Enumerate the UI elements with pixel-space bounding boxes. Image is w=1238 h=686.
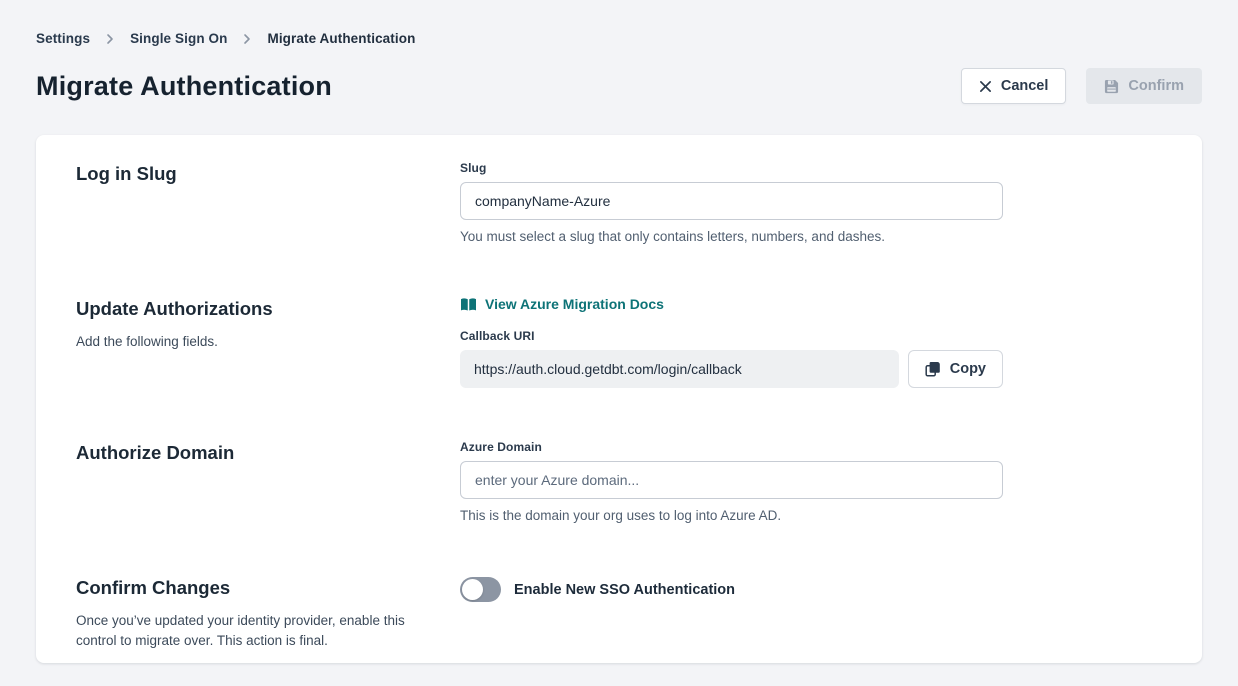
header-actions: Cancel Confirm [961,68,1202,104]
section-update-authorizations: Update Authorizations Add the following … [76,296,1162,388]
breadcrumb-item-settings[interactable]: Settings [36,31,90,46]
enable-sso-toggle-label: Enable New SSO Authentication [514,582,735,598]
breadcrumb-item-current: Migrate Authentication [267,31,415,46]
copy-button-label: Copy [950,361,986,377]
confirm-changes-description: Once you’ve updated your identity provid… [76,611,408,651]
section-heading-login-slug: Log in Slug [76,161,410,185]
slug-helper-text: You must select a slug that only contain… [460,229,1003,244]
section-authorize-domain-left: Authorize Domain [76,440,460,523]
section-login-slug: Log in Slug Slug You must select a slug … [76,161,1162,244]
page: Settings Single Sign On Migrate Authenti… [0,0,1238,663]
azure-migration-docs-link-label: View Azure Migration Docs [485,296,664,312]
breadcrumb-item-single-sign-on[interactable]: Single Sign On [130,31,227,46]
cancel-button-label: Cancel [1001,78,1049,94]
callback-uri-row: Copy [460,350,1003,388]
update-authorizations-description: Add the following fields. [76,332,408,352]
section-confirm-changes-right: Enable New SSO Authentication [460,575,1003,651]
copy-icon [925,361,941,377]
confirm-button[interactable]: Confirm [1086,68,1202,104]
breadcrumb: Settings Single Sign On Migrate Authenti… [36,0,1202,46]
copy-button[interactable]: Copy [908,350,1003,388]
azure-domain-input[interactable] [460,461,1003,499]
chevron-right-icon [241,33,253,45]
page-title: Migrate Authentication [36,71,332,102]
callback-uri-field-label: Callback URI [460,329,1003,343]
close-icon [979,80,992,93]
section-heading-authorize-domain: Authorize Domain [76,440,410,464]
save-icon [1104,79,1119,94]
section-confirm-changes-left: Confirm Changes Once you’ve updated your… [76,575,460,651]
enable-sso-toggle[interactable] [460,577,501,602]
section-login-slug-right: Slug You must select a slug that only co… [460,161,1003,244]
azure-domain-field-label: Azure Domain [460,440,1003,454]
section-heading-confirm-changes: Confirm Changes [76,575,410,599]
toggle-knob [462,579,483,600]
section-heading-update-authorizations: Update Authorizations [76,296,410,320]
section-authorize-domain-right: Azure Domain This is the domain your org… [460,440,1003,523]
chevron-right-icon [104,33,116,45]
book-icon [460,297,477,312]
section-update-authorizations-left: Update Authorizations Add the following … [76,296,460,388]
sso-toggle-row: Enable New SSO Authentication [460,575,1003,602]
azure-migration-docs-link[interactable]: View Azure Migration Docs [460,296,664,312]
section-confirm-changes: Confirm Changes Once you’ve updated your… [76,575,1162,651]
settings-card: Log in Slug Slug You must select a slug … [36,135,1202,663]
slug-field-label: Slug [460,161,1003,175]
section-update-authorizations-right: View Azure Migration Docs Callback URI C… [460,296,1003,388]
section-authorize-domain: Authorize Domain Azure Domain This is th… [76,440,1162,523]
section-login-slug-left: Log in Slug [76,161,460,244]
cancel-button[interactable]: Cancel [961,68,1067,104]
azure-domain-helper-text: This is the domain your org uses to log … [460,508,1003,523]
slug-input[interactable] [460,182,1003,220]
page-header: Migrate Authentication Cancel [36,68,1202,104]
confirm-button-label: Confirm [1128,78,1184,94]
callback-uri-input[interactable] [460,350,899,388]
